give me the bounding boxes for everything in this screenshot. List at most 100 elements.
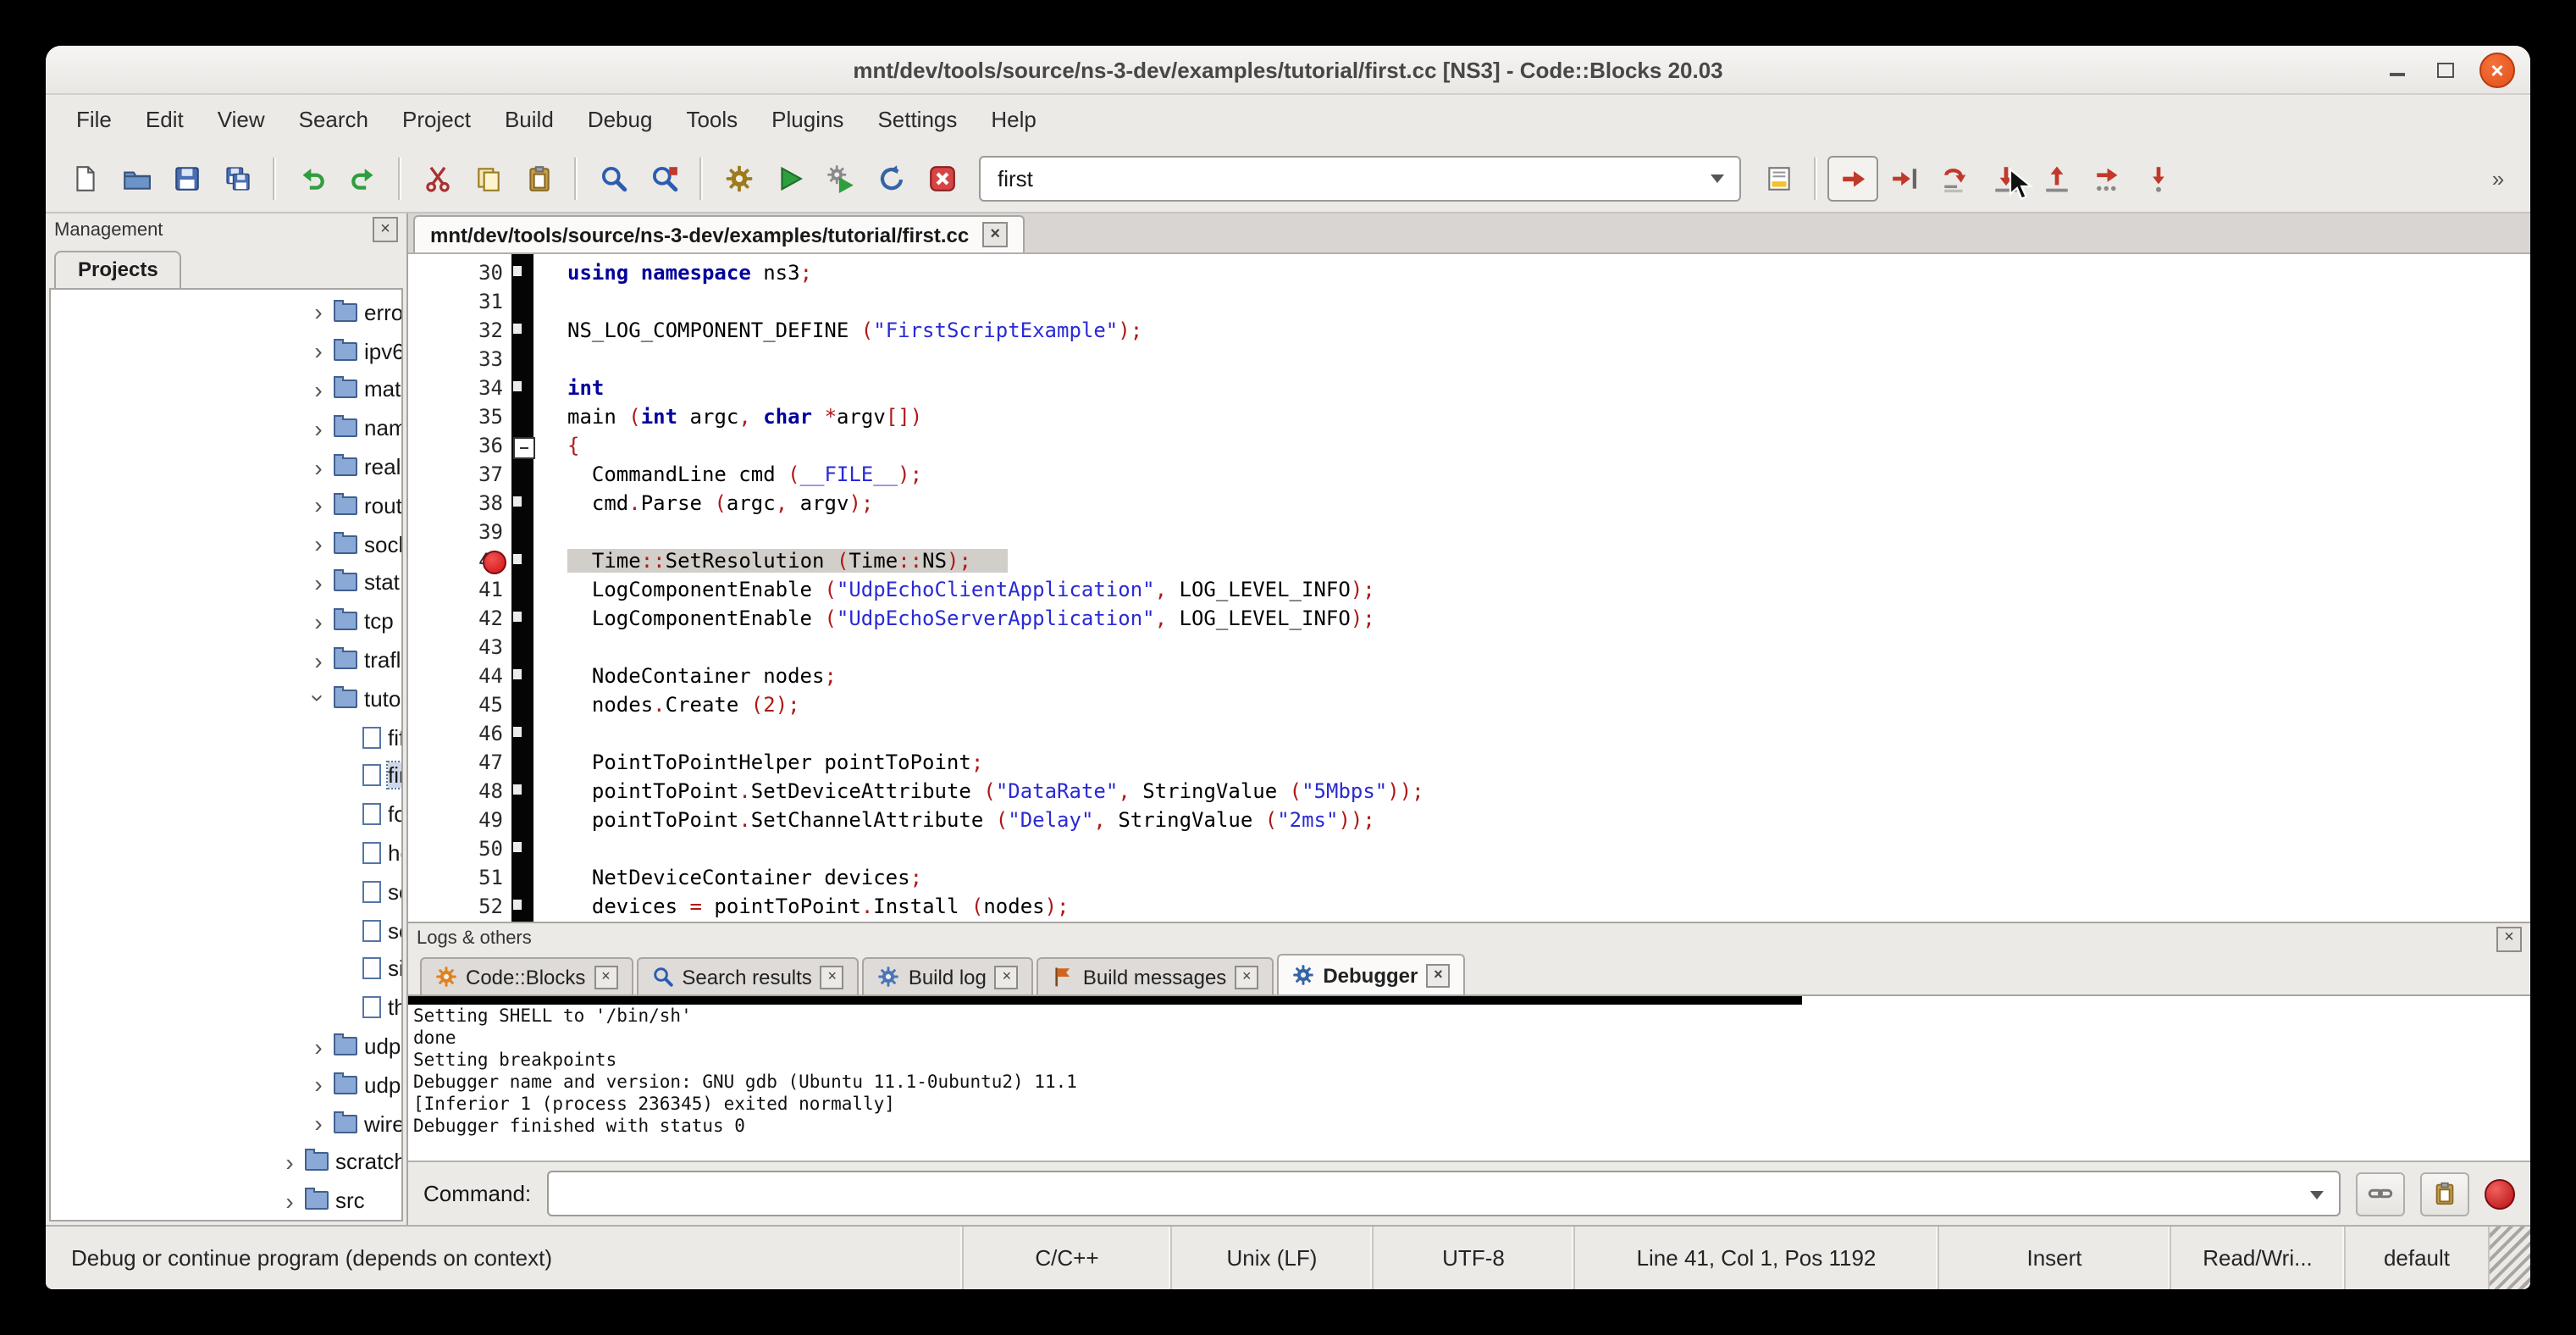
code-line-39[interactable]: 39 [408, 518, 2530, 547]
line-number[interactable]: 32 [408, 317, 503, 346]
run-button[interactable] [764, 155, 815, 201]
line-number[interactable]: 48 [408, 778, 503, 806]
step-out-button[interactable] [2031, 155, 2081, 201]
code-line-43[interactable]: 43 [408, 634, 2530, 662]
clipboard-button[interactable] [2420, 1172, 2469, 1216]
line-number[interactable]: 51 [408, 864, 503, 893]
code-line-44[interactable]: 44 NodeContainer nodes; [408, 662, 2530, 691]
code-line-30[interactable]: 30using namespace ns3; [408, 259, 2530, 288]
expand-arrow-icon[interactable] [307, 494, 330, 518]
highlight-matches-button[interactable] [1753, 155, 1804, 201]
code-line-33[interactable]: 33 [408, 346, 2530, 374]
line-number[interactable]: 42 [408, 605, 503, 634]
step-into-instruction-button[interactable] [2132, 155, 2183, 201]
save-all-button[interactable] [212, 155, 263, 201]
close-tab-icon[interactable] [995, 965, 1019, 989]
menu-debug[interactable]: Debug [571, 100, 670, 139]
tree-item-fif[interactable]: fif [51, 718, 401, 757]
tree-item-real[interactable]: real [51, 447, 401, 486]
cut-button[interactable] [412, 155, 462, 201]
expand-arrow-icon[interactable] [307, 301, 330, 324]
close-management-button[interactable] [373, 217, 398, 242]
code-line-46[interactable]: 46 [408, 720, 2530, 749]
expand-arrow-icon[interactable] [307, 339, 330, 363]
collapse-arrow-icon[interactable] [307, 687, 330, 711]
line-number[interactable]: 47 [408, 749, 503, 778]
tree-item-udp[interactable]: udp- [51, 1066, 401, 1105]
maximize-button[interactable] [2432, 57, 2457, 82]
tree-item-wire[interactable]: wire [51, 1104, 401, 1143]
expand-arrow-icon[interactable] [307, 455, 330, 479]
close-tab-icon[interactable] [1235, 965, 1258, 989]
tree-item-trafl[interactable]: trafl [51, 640, 401, 679]
close-editor-tab-button[interactable] [982, 222, 1008, 247]
code-line-42[interactable]: 42 LogComponentEnable ("UdpEchoServerApp… [408, 605, 2530, 634]
paste-button[interactable] [513, 155, 564, 201]
line-number[interactable]: 34 [408, 374, 503, 403]
close-button[interactable]: × [2479, 52, 2515, 87]
title-bar[interactable]: mnt/dev/tools/source/ns-3-dev/examples/t… [46, 46, 2530, 95]
code-area[interactable]: 30using namespace ns3;3132NS_LOG_COMPONE… [408, 254, 2530, 922]
line-number[interactable]: 36 [408, 432, 503, 461]
close-logs-button[interactable] [2496, 926, 2522, 951]
code-line-38[interactable]: 38 cmd.Parse (argc, argv); [408, 490, 2530, 518]
menu-file[interactable]: File [59, 100, 129, 139]
next-instruction-button[interactable] [2081, 155, 2132, 201]
log-tab-search-results[interactable]: Search results [636, 957, 859, 994]
command-combo[interactable] [546, 1171, 2341, 1216]
line-number[interactable]: 41 [408, 576, 503, 605]
next-line-button[interactable] [1929, 155, 1980, 201]
close-tab-icon[interactable] [821, 965, 844, 989]
code-line-35[interactable]: 35main (int argc, char *argv[]) [408, 403, 2530, 432]
tree-item-src[interactable]: src [51, 1182, 401, 1221]
menu-plugins[interactable]: Plugins [755, 100, 860, 139]
abort-build-button[interactable] [916, 155, 967, 201]
code-line-31[interactable]: 31 [408, 288, 2530, 317]
log-tab-build-log[interactable]: Build log [863, 957, 1034, 994]
line-number[interactable]: 30 [408, 259, 503, 288]
line-number[interactable]: 49 [408, 806, 503, 835]
expand-arrow-icon[interactable] [307, 417, 330, 440]
line-number[interactable]: 38 [408, 490, 503, 518]
project-tree[interactable]: erroipv6matnamrealroutsockstattcptrafltu… [49, 288, 403, 1221]
build-button[interactable] [713, 155, 764, 201]
debug-continue-button[interactable] [1827, 155, 1878, 201]
fold-margin[interactable] [511, 254, 533, 922]
line-number[interactable]: 50 [408, 835, 503, 864]
code-line-47[interactable]: 47 PointToPointHelper pointToPoint; [408, 749, 2530, 778]
line-number[interactable]: 39 [408, 518, 503, 547]
log-tab-debugger[interactable]: Debugger [1277, 954, 1465, 994]
resize-grip[interactable] [2488, 1227, 2530, 1289]
expand-arrow-icon[interactable] [278, 1188, 301, 1212]
copy-button[interactable] [462, 155, 513, 201]
debugger-log[interactable]: Setting SHELL to '/bin/sh'doneSetting br… [408, 994, 2530, 1161]
menu-edit[interactable]: Edit [129, 100, 201, 139]
tab-projects[interactable]: Projects [54, 251, 182, 288]
open-file-button[interactable] [110, 155, 161, 201]
menu-help[interactable]: Help [974, 100, 1053, 139]
expand-arrow-icon[interactable] [307, 1073, 330, 1097]
close-tab-icon[interactable] [594, 965, 617, 989]
menu-settings[interactable]: Settings [860, 100, 974, 139]
code-line-49[interactable]: 49 pointToPoint.SetChannelAttribute ("De… [408, 806, 2530, 835]
log-tab-build-messages[interactable]: Build messages [1037, 957, 1274, 994]
code-line-45[interactable]: 45 nodes.Create (2); [408, 691, 2530, 720]
expand-arrow-icon[interactable] [307, 532, 330, 556]
close-tab-icon[interactable] [1426, 963, 1450, 987]
tree-item-scratch[interactable]: scratch [51, 1143, 401, 1182]
tree-item-stat[interactable]: stat [51, 563, 401, 602]
find-button[interactable] [588, 155, 638, 201]
link-button[interactable] [2356, 1172, 2405, 1216]
fold-marker-icon[interactable] [513, 437, 535, 459]
line-number[interactable]: 33 [408, 346, 503, 374]
line-number[interactable]: 35 [408, 403, 503, 432]
tree-item-tcp[interactable]: tcp [51, 602, 401, 641]
rebuild-button[interactable] [865, 155, 916, 201]
line-number[interactable]: 43 [408, 634, 503, 662]
expand-arrow-icon[interactable] [307, 610, 330, 634]
line-number[interactable]: 31 [408, 288, 503, 317]
menu-view[interactable]: View [201, 100, 282, 139]
tree-item-nam[interactable]: nam [51, 409, 401, 448]
tree-item-fo[interactable]: fo [51, 795, 401, 834]
tree-item-fir[interactable]: fir [51, 756, 401, 795]
